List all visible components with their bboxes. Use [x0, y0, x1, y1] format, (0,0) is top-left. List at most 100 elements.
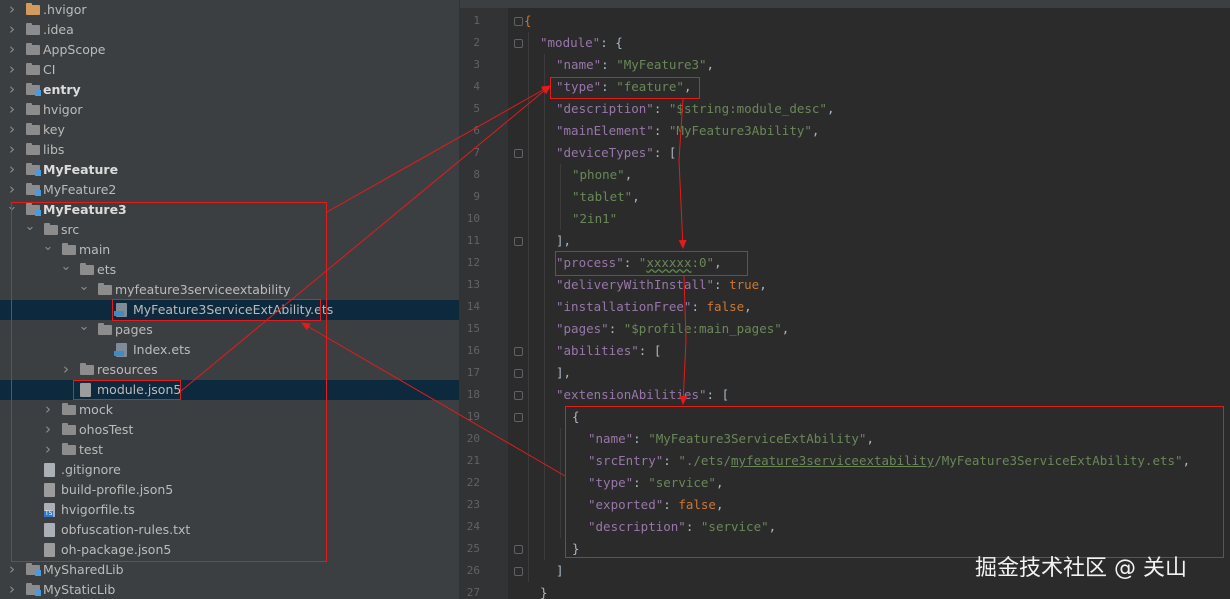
tree-item[interactable]: ⌄ pages: [0, 320, 459, 340]
code-line[interactable]: {: [524, 10, 532, 32]
chevron-right-icon[interactable]: ›: [6, 40, 18, 60]
tree-item[interactable]: MyFeature3ServiceExtAbility.ets: [0, 300, 459, 320]
fold-marker-icon[interactable]: [514, 413, 523, 422]
chevron-down-icon[interactable]: ⌄: [60, 260, 72, 280]
code-token: /MyFeature3ServiceExtAbility.ets": [934, 453, 1183, 468]
chevron-right-icon[interactable]: ›: [6, 60, 18, 80]
tree-item[interactable]: › MyFeature: [0, 160, 459, 180]
code-token: ,: [715, 497, 724, 512]
code-line[interactable]: "2in1": [572, 208, 617, 230]
fold-marker-icon[interactable]: [514, 369, 523, 378]
fold-marker-icon[interactable]: [514, 237, 523, 246]
chevron-right-icon[interactable]: ›: [6, 580, 18, 599]
tree-item[interactable]: oh-package.json5: [0, 540, 459, 560]
code-line[interactable]: "name": "MyFeature3",: [556, 54, 714, 76]
tree-item[interactable]: ⌄ myfeature3serviceextability: [0, 280, 459, 300]
chevron-down-icon[interactable]: ⌄: [6, 200, 18, 220]
chevron-down-icon[interactable]: ⌄: [24, 220, 36, 240]
code-line[interactable]: "process": "xxxxxx:0",: [556, 252, 722, 274]
code-line[interactable]: "deviceTypes": [: [556, 142, 676, 164]
code-line[interactable]: ],: [556, 362, 571, 384]
code-line[interactable]: "extensionAbilities": [: [556, 384, 729, 406]
code-line[interactable]: "name": "MyFeature3ServiceExtAbility",: [588, 428, 874, 450]
chevron-right-icon[interactable]: ›: [42, 420, 54, 440]
code-line[interactable]: "description": "service",: [588, 516, 776, 538]
tree-item[interactable]: module.json5: [0, 380, 459, 400]
tree-item[interactable]: hvigorfile.ts: [0, 500, 459, 520]
chevron-down-icon[interactable]: ⌄: [78, 320, 90, 340]
fold-marker-icon[interactable]: [514, 17, 523, 26]
tree-item[interactable]: › entry: [0, 80, 459, 100]
code-line[interactable]: }: [572, 538, 580, 560]
chevron-right-icon[interactable]: ›: [6, 160, 18, 180]
tree-item[interactable]: ⌄ MyFeature3: [0, 200, 459, 220]
code-line[interactable]: ]: [556, 560, 564, 582]
tree-item[interactable]: › CI: [0, 60, 459, 80]
chevron-right-icon[interactable]: ›: [6, 120, 18, 140]
tree-item[interactable]: › MyFeature2: [0, 180, 459, 200]
chevron-right-icon[interactable]: ›: [6, 0, 18, 20]
fold-marker-icon[interactable]: [514, 391, 523, 400]
chevron-right-icon[interactable]: ›: [60, 360, 72, 380]
code-line[interactable]: "module": {: [540, 32, 623, 54]
code-line[interactable]: "installationFree": false,: [556, 296, 752, 318]
code-token: : {: [600, 35, 623, 50]
code-line[interactable]: "tablet",: [572, 186, 640, 208]
code-line[interactable]: "mainElement": "MyFeature3Ability",: [556, 120, 819, 142]
code-line[interactable]: {: [572, 406, 580, 428]
tree-item[interactable]: › .idea: [0, 20, 459, 40]
tree-item[interactable]: ⌄ src: [0, 220, 459, 240]
tree-item[interactable]: › AppScope: [0, 40, 459, 60]
code-line[interactable]: "deliveryWithInstall": true,: [556, 274, 767, 296]
code-line[interactable]: "phone",: [572, 164, 632, 186]
code-line[interactable]: "description": "$string:module_desc",: [556, 98, 834, 120]
tree-item[interactable]: build-profile.json5: [0, 480, 459, 500]
tree-item[interactable]: › key: [0, 120, 459, 140]
fold-marker-icon[interactable]: [514, 347, 523, 356]
code-token: ],: [556, 365, 572, 380]
code-editor[interactable]: 1 2 3 4 5 6 7 8 9 10 11 12 13 14 15 16 17 18 19 20 21 22 23 24 2…: [460, 0, 1230, 599]
tree-item[interactable]: › MyStaticLib: [0, 580, 459, 599]
tree-item[interactable]: › hvigor: [0, 100, 459, 120]
code-line[interactable]: "type": "service",: [588, 472, 723, 494]
code-line[interactable]: "exported": false,: [588, 494, 724, 516]
fold-marker-icon[interactable]: [514, 149, 523, 158]
chevron-right-icon[interactable]: ›: [42, 440, 54, 460]
code-line[interactable]: "pages": "$profile:main_pages",: [556, 318, 789, 340]
tree-item[interactable]: › mock: [0, 400, 459, 420]
tree-item[interactable]: › libs: [0, 140, 459, 160]
fold-marker-icon[interactable]: [514, 567, 523, 576]
tree-item[interactable]: › MySharedLib: [0, 560, 459, 580]
tree-item[interactable]: .gitignore: [0, 460, 459, 480]
fold-marker-icon[interactable]: [514, 545, 523, 554]
tree-item-label: key: [43, 122, 65, 137]
chevron-down-icon[interactable]: ⌄: [78, 280, 90, 300]
fold-marker-icon[interactable]: [514, 39, 523, 48]
tree-item[interactable]: › ohosTest: [0, 420, 459, 440]
chevron-right-icon[interactable]: ›: [6, 80, 18, 100]
tree-item[interactable]: Index.ets: [0, 340, 459, 360]
tree-item-label: src: [61, 222, 80, 237]
tree-item[interactable]: › .hvigor: [0, 0, 459, 20]
code-line[interactable]: }: [540, 582, 548, 599]
tree-item[interactable]: › resources: [0, 360, 459, 380]
code-line[interactable]: "srcEntry": "./ets/myfeature3serviceexta…: [588, 450, 1190, 472]
chevron-right-icon[interactable]: ›: [6, 560, 18, 580]
folder-icon: [26, 23, 40, 35]
chevron-right-icon[interactable]: ›: [6, 100, 18, 120]
tree-item[interactable]: obfuscation-rules.txt: [0, 520, 459, 540]
line-number: 25: [466, 542, 480, 555]
code-token: : [: [706, 387, 730, 402]
code-line[interactable]: "type": "feature",: [556, 76, 691, 98]
chevron-right-icon[interactable]: ›: [6, 180, 18, 200]
tree-item[interactable]: › test: [0, 440, 459, 460]
tree-item[interactable]: ⌄ main: [0, 240, 459, 260]
chevron-right-icon[interactable]: ›: [42, 400, 54, 420]
tree-item-label: CI: [43, 62, 56, 77]
code-line[interactable]: ],: [556, 230, 571, 252]
chevron-down-icon[interactable]: ⌄: [42, 240, 54, 260]
chevron-right-icon[interactable]: ›: [6, 20, 18, 40]
chevron-right-icon[interactable]: ›: [6, 140, 18, 160]
tree-item[interactable]: ⌄ ets: [0, 260, 459, 280]
code-line[interactable]: "abilities": [: [556, 340, 661, 362]
